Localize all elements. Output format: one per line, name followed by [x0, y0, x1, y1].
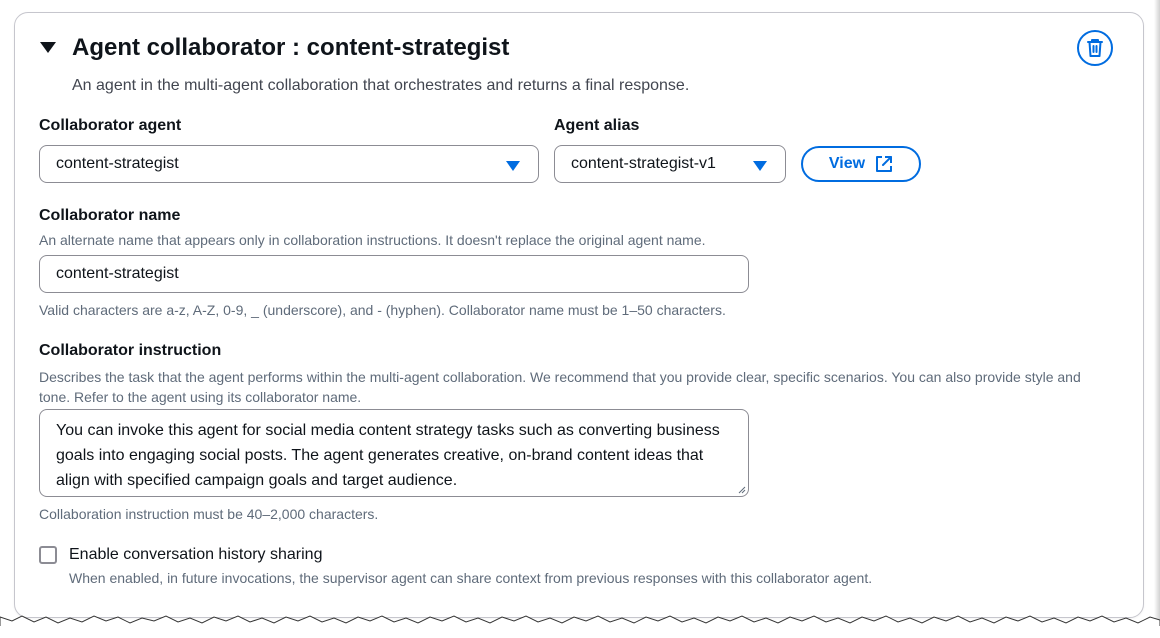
panel-title: Agent collaborator : content-strategist: [72, 34, 510, 61]
history-sharing-label[interactable]: Enable conversation history sharing: [69, 546, 322, 564]
collaborator-instruction-textarea[interactable]: You can invoke this agent for social med…: [39, 409, 749, 497]
collaborator-name-label: Collaborator name: [39, 207, 181, 224]
collaborator-agent-value: content-strategist: [56, 155, 179, 172]
resize-grip-icon[interactable]: [738, 486, 746, 494]
collaborator-name-input[interactable]: content-strategist: [39, 255, 749, 293]
agent-alias-value: content-strategist-v1: [571, 155, 716, 172]
page-shadow: [1154, 0, 1160, 620]
dropdown-caret-icon: [753, 161, 767, 171]
delete-button[interactable]: [1077, 30, 1113, 66]
collaborator-instruction-constraint: Collaboration instruction must be 40–2,0…: [39, 506, 379, 522]
caret-down-icon[interactable]: [40, 42, 56, 53]
panel-description: An agent in the multi-agent collaboratio…: [72, 77, 690, 94]
view-button[interactable]: View: [801, 146, 921, 182]
view-button-label: View: [828, 155, 866, 172]
collaborator-name-hint: An alternate name that appears only in c…: [39, 232, 706, 248]
screenshot-frame: Agent collaborator : content-strategist …: [0, 0, 1160, 638]
agent-alias-label: Agent alias: [554, 117, 640, 134]
external-link-icon: [876, 156, 893, 172]
history-sharing-checkbox[interactable]: [39, 546, 57, 564]
collaborator-name-constraint: Valid characters are a-z, A-Z, 0-9, _ (u…: [39, 302, 726, 318]
torn-edge: [0, 615, 1160, 638]
collaborator-instruction-value: You can invoke this agent for social med…: [56, 422, 720, 489]
history-sharing-description: When enabled, in future invocations, the…: [69, 570, 873, 586]
trash-icon: [1087, 39, 1103, 57]
collaborator-instruction-hint: Describes the task that the agent perfor…: [39, 369, 1081, 405]
dropdown-caret-icon: [506, 161, 520, 171]
collaborator-agent-select[interactable]: content-strategist: [39, 145, 539, 183]
collaborator-agent-label: Collaborator agent: [39, 117, 182, 134]
collaborator-instruction-label: Collaborator instruction: [39, 342, 222, 359]
agent-alias-select[interactable]: content-strategist-v1: [554, 145, 786, 183]
